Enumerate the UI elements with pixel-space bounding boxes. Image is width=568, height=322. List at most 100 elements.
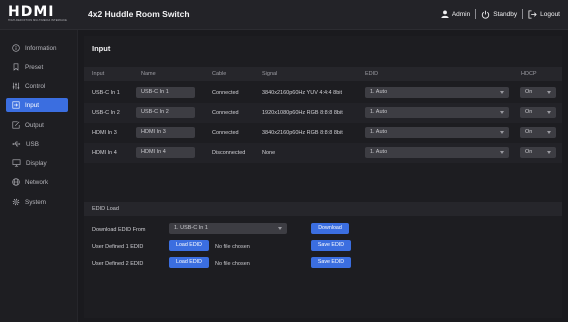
column-header-edid: EDID [365,71,379,77]
save-edid-2-button[interactable]: Save EDID [311,257,351,268]
input-port-label: USB-C In 1 [92,90,120,96]
hdcp-select-value: On [525,89,533,95]
hdcp-select-value: On [525,149,533,155]
logo-subtitle: HIGH-DEFINITION MULTIMEDIA INTERFACE [8,19,67,22]
logout-button[interactable]: Logout [528,9,560,19]
edid-select[interactable]: 1. Auto [365,147,509,158]
chevron-down-icon [547,151,551,154]
download-edid-select-value: 1. USB-C In 1 [174,225,208,231]
table-row: HDMI In 3 HDMI In 3 Connected 3840x2160p… [84,123,562,143]
sidebar-item-label: Display [26,159,47,167]
output-icon [12,121,20,129]
edid-select-value: 1. Auto [370,109,388,115]
user-edid-1-label: User Defined 1 EDID [92,244,144,250]
sidebar-item-preset[interactable]: Preset [6,60,68,74]
sidebar: Information Preset Control Input Output … [0,30,78,322]
sidebar-item-network[interactable]: Network [6,175,68,189]
hdcp-select[interactable]: On [520,107,556,118]
edid-select-value: 1. Auto [370,89,388,95]
top-bar: HDMI HIGH-DEFINITION MULTIMEDIA INTERFAC… [0,0,568,30]
sidebar-item-label: USB [26,140,39,148]
cable-status: Disconnected [212,150,246,156]
input-name-field[interactable]: USB-C In 2 [136,107,195,118]
chevron-down-icon [547,111,551,114]
download-edid-select[interactable]: 1. USB-C In 1 [169,223,287,234]
standby-label: Standby [493,10,518,18]
sidebar-item-label: System [25,198,46,206]
sidebar-item-label: Input [25,101,40,109]
table-row: USB-C In 2 USB-C In 2 Connected 1920x108… [84,103,562,123]
edid-select[interactable]: 1. Auto [365,127,509,138]
preset-icon [13,63,19,71]
input-name-field[interactable]: HDMI In 4 [136,147,195,158]
sidebar-item-label: Output [25,121,44,129]
input-port-label: HDMI In 3 [92,130,117,136]
input-port-label: USB-C In 2 [92,110,120,116]
divider [475,9,477,19]
usb-icon [12,141,21,147]
input-port-label: HDMI In 4 [92,150,117,156]
hdcp-select[interactable]: On [520,87,556,98]
sidebar-item-label: Information [25,44,57,52]
hdcp-select-value: On [525,129,533,135]
header-actions: Admin Standby Logout [441,9,560,19]
edid-select[interactable]: 1. Auto [365,87,509,98]
sidebar-item-label: Network [25,178,49,186]
sidebar-item-system[interactable]: System [6,195,68,209]
user-icon [441,10,449,18]
input-icon [12,101,20,109]
sidebar-item-control[interactable]: Control [6,79,68,93]
column-header-signal: Signal [262,71,278,77]
input-name-field[interactable]: HDMI In 3 [136,127,195,138]
chevron-down-icon [500,91,504,94]
file-status-2: No file chosen [215,261,250,267]
user-label: Admin [451,10,471,18]
sidebar-item-label: Control [25,82,46,90]
download-edid-button[interactable]: Download [311,223,349,234]
edid-load-title: EDID Load [92,206,119,212]
sidebar-item-input[interactable]: Input [6,98,68,112]
chevron-down-icon [547,131,551,134]
standby-button[interactable]: Standby [481,10,517,19]
hdcp-select[interactable]: On [520,147,556,158]
column-header-name: Name [141,71,156,77]
chevron-down-icon [500,131,504,134]
page-title: Input [92,44,111,53]
logout-label: Logout [540,10,560,18]
logout-icon [528,9,537,19]
globe-icon [12,178,20,186]
column-header-input: Input [92,71,105,77]
load-edid-2-button[interactable]: Load EDID [169,257,209,268]
save-edid-1-button[interactable]: Save EDID [311,240,351,251]
cable-status: Connected [212,90,239,96]
user-menu[interactable]: Admin [441,10,470,18]
signal-info: 1920x1080p60Hz RGB 8:8:8 8bit [262,110,343,116]
cable-status: Connected [212,110,239,116]
table-row: USB-C In 1 USB-C In 1 Connected 3840x216… [84,83,562,103]
logo-mark: HDMI [8,4,55,20]
edid-select-value: 1. Auto [370,149,388,155]
column-header-hdcp: HDCP [521,71,537,77]
input-panel: Input Input Name Cable Signal EDID HDCP … [84,36,562,318]
signal-info: 3840x2160p60Hz YUV 4:4:4 8bit [262,90,343,96]
cable-status: Connected [212,130,239,136]
table-header: Input Name Cable Signal EDID HDCP [84,67,562,81]
sidebar-item-display[interactable]: Display [6,156,68,170]
sidebar-item-usb[interactable]: USB [6,137,68,151]
chevron-down-icon [500,151,504,154]
download-edid-label: Download EDID From [92,227,146,233]
hdcp-select[interactable]: On [520,127,556,138]
sidebar-item-output[interactable]: Output [6,118,68,132]
divider [522,9,524,19]
edid-select[interactable]: 1. Auto [365,107,509,118]
input-name-field[interactable]: USB-C In 1 [136,87,195,98]
sidebar-item-information[interactable]: Information [6,41,68,55]
sidebar-item-label: Preset [25,63,44,71]
user-edid-2-label: User Defined 2 EDID [92,261,144,267]
column-header-cable: Cable [212,71,227,77]
chevron-down-icon [278,227,282,230]
load-edid-1-button[interactable]: Load EDID [169,240,209,251]
info-icon [12,44,20,52]
table-row: HDMI In 4 HDMI In 4 Disconnected None 1.… [84,143,562,163]
power-icon [482,10,490,19]
